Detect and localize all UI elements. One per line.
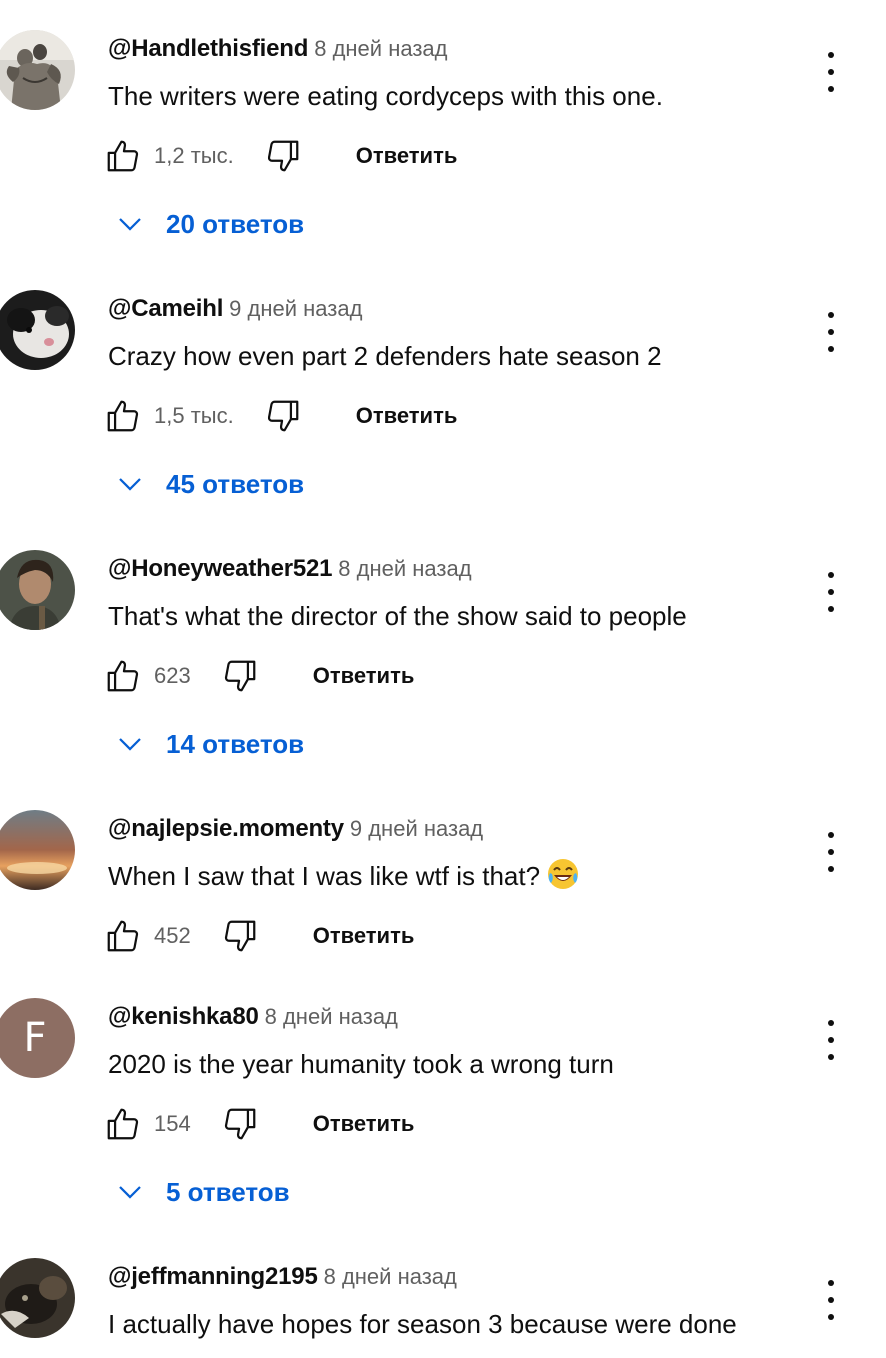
like-count: 1,5 тыс. [154,403,234,428]
thumbs-up-icon [107,400,139,432]
replies-count: 14 ответов [166,728,305,759]
like-button[interactable] [102,1103,144,1145]
chevron-down-icon [112,1174,148,1210]
avatar-letter: F [23,1015,47,1061]
replies-count: 45 ответов [166,468,305,499]
dislike-button[interactable] [262,135,304,177]
thumbs-up-icon [107,920,139,952]
reply-button[interactable]: Ответить [356,403,458,429]
sunset-avatar-image [0,810,75,890]
chevron-down-icon [112,466,148,502]
comment-text: I actually have hopes for season 3 becau… [108,1309,737,1339]
comment-actions: 623 Ответить [102,654,414,698]
author-name[interactable]: @najlepsie.momenty [108,815,344,842]
comment-time[interactable]: 8 дней назад [314,36,447,61]
reply-button[interactable]: Ответить [313,1111,415,1137]
comment-text: That's what the director of the show sai… [108,601,687,631]
more-actions-icon[interactable] [818,572,844,612]
more-actions-icon[interactable] [818,1280,844,1320]
avatar[interactable] [0,290,75,370]
author-name[interactable]: @Handlethisfiend [108,35,308,62]
avatar[interactable] [0,1258,75,1338]
thumbs-down-icon [224,920,256,952]
like-count: 154 [154,1111,191,1136]
reply-button[interactable]: Ответить [313,923,415,949]
avatar[interactable]: F [0,998,75,1078]
comment-text: Crazy how even part 2 defenders hate sea… [108,341,662,371]
more-actions-icon[interactable] [818,312,844,352]
thumbs-up-icon [107,140,139,172]
more-actions-icon[interactable] [818,1020,844,1060]
dark-animal-avatar-image [0,1258,75,1338]
comment-time[interactable]: 9 дней назад [229,296,362,321]
comment-time[interactable]: 8 дней назад [324,1264,457,1289]
like-button[interactable] [102,395,144,437]
thumbs-down-icon [224,660,256,692]
more-actions-icon[interactable] [818,832,844,872]
avatar[interactable] [0,810,75,890]
dislike-button[interactable] [219,1103,261,1145]
thumbs-down-icon [224,1108,256,1140]
thumbs-down-icon [267,400,299,432]
author-name[interactable]: @jeffmanning2195 [108,1263,318,1290]
character-avatar-image [0,550,75,630]
comment-actions: 154 Ответить [102,1102,414,1146]
letter-avatar: F [0,998,75,1078]
comment-actions: 452 Ответить [102,914,414,958]
view-replies-button[interactable]: 20 ответов [112,202,304,246]
view-replies-button[interactable]: 14 ответов [112,722,304,766]
view-replies-button[interactable]: 45 ответов [112,462,304,506]
reply-button[interactable]: Ответить [356,143,458,169]
comment-actions: 1,2 тыс. Ответить [102,134,457,178]
author-name[interactable]: @kenishka80 [108,1003,259,1030]
dislike-button[interactable] [262,395,304,437]
thumbs-down-icon [267,140,299,172]
comment-text-body: When I saw that I was like wtf is that? [108,861,541,891]
dislike-button[interactable] [219,915,261,957]
comment-header: @Cameihl 9 дней назад [108,294,362,327]
comment-time[interactable]: 9 дней назад [350,816,483,841]
view-replies-button[interactable]: 5 ответов [112,1170,290,1214]
comment-time[interactable]: 8 дней назад [265,1004,398,1029]
more-actions-icon[interactable] [818,52,844,92]
comment-header: @Honeyweather521 8 дней назад [108,554,472,587]
comment-text: 2020 is the year humanity took a wrong t… [108,1049,614,1079]
bodybuilder-avatar-image [0,30,75,110]
chevron-down-icon [112,206,148,242]
comment-header: @Handlethisfiend 8 дней назад [108,34,448,67]
chevron-down-icon [112,726,148,762]
like-count: 452 [154,923,191,948]
like-button[interactable] [102,655,144,697]
comment-header: @kenishka80 8 дней назад [108,1002,398,1035]
reply-button[interactable]: Ответить [313,663,415,689]
dislike-button[interactable] [219,655,261,697]
comment-header: @jeffmanning2195 8 дней назад [108,1262,457,1295]
laughing-emoji-icon [546,857,580,902]
thumbs-up-icon [107,1108,139,1140]
like-button[interactable] [102,135,144,177]
comment-actions: 1,5 тыс. Ответить [102,394,457,438]
avatar[interactable] [0,30,75,110]
comment-header: @najlepsie.momenty 9 дней назад [108,814,483,847]
thumbs-up-icon [107,660,139,692]
author-name[interactable]: @Honeyweather521 [108,555,332,582]
replies-count: 5 ответов [166,1176,290,1207]
comment-text: The writers were eating cordyceps with t… [108,81,663,111]
replies-count: 20 ответов [166,208,305,239]
author-name[interactable]: @Cameihl [108,295,223,322]
avatar[interactable] [0,550,75,630]
comment-time[interactable]: 8 дней назад [338,556,471,581]
like-button[interactable] [102,915,144,957]
like-count: 1,2 тыс. [154,143,234,168]
comment-text: When I saw that I was like wtf is that? [108,856,798,902]
cat-avatar-image [0,290,75,370]
like-count: 623 [154,663,191,688]
